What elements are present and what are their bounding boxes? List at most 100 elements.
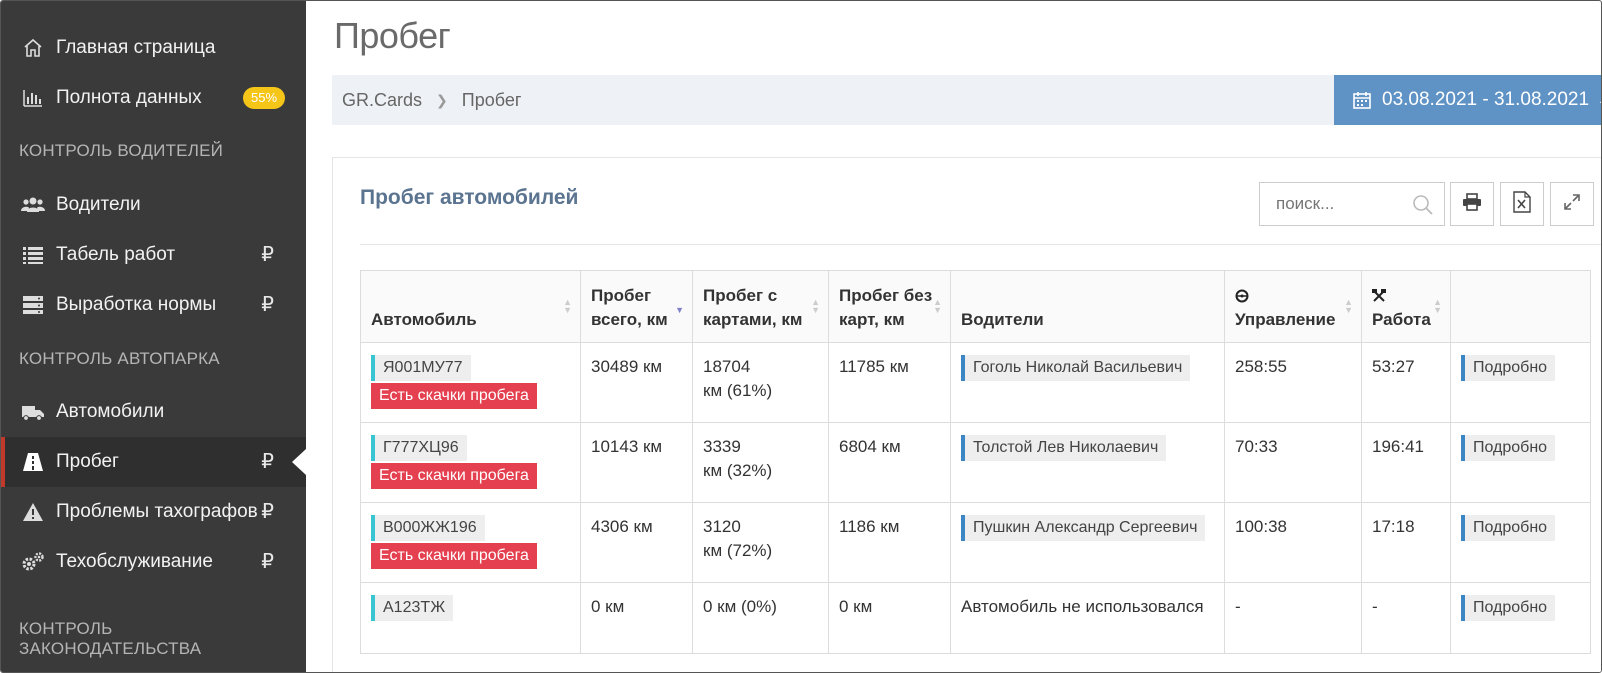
mileage-jump-alert: Есть скачки пробега xyxy=(371,383,537,409)
column-header-label: Пробег с картами, км xyxy=(703,286,803,329)
column-header-label: Работа xyxy=(1372,310,1431,329)
bar-chart-icon xyxy=(21,86,45,110)
expand-icon xyxy=(1563,193,1581,216)
sidebar-item-tachograph-problems[interactable]: Проблемы тахографов ₽ xyxy=(1,487,306,537)
column-header-vehicle[interactable]: Автомобиль ▲ ▼ xyxy=(360,270,581,343)
sidebar-item-label: Техобслуживание xyxy=(56,551,213,572)
drivers-cell: Толстой Лев Николаевич xyxy=(950,422,1225,503)
driver-tag[interactable]: Гоголь Николай Васильевич xyxy=(961,355,1191,381)
sidebar-item-vehicles[interactable]: Автомобили xyxy=(1,387,306,437)
work-time-cell: 53:27 xyxy=(1361,342,1451,423)
column-header-label: Управление xyxy=(1235,310,1336,329)
drivers-cell: Автомобиль не использовался xyxy=(950,582,1225,654)
fullscreen-button[interactable] xyxy=(1550,182,1594,226)
page-title: Пробег xyxy=(334,15,451,56)
sidebar: Главная страница Полнота данных 55% КОНТ… xyxy=(1,1,306,672)
search-input[interactable] xyxy=(1260,183,1400,225)
mileage-jump-alert: Есть скачки пробега xyxy=(371,543,537,569)
column-header-label: Автомобиль xyxy=(371,310,477,329)
sidebar-item-home[interactable]: Главная страница xyxy=(1,23,306,73)
column-header-mileage-without-cards[interactable]: Пробег без карт, км ▲ ▼ xyxy=(828,270,951,343)
column-header-work[interactable]: Работа ▲ ▼ xyxy=(1361,270,1451,343)
search-icon xyxy=(1412,194,1434,221)
table-header-row: Автомобиль ▲ ▼ Пробег всего, км ▲ ▼ Пробег… xyxy=(360,270,1591,343)
driving-time-cell: 70:33 xyxy=(1224,422,1362,503)
column-header-label: Водители xyxy=(961,310,1044,329)
mileage-panel: Пробег автомобилей поиск... Автомобиль ▲… xyxy=(332,157,1601,672)
mileage-without-cards-cell: 0 км xyxy=(828,582,951,654)
users-icon xyxy=(21,193,45,217)
mileage-jump-alert: Есть скачки пробега xyxy=(371,463,537,489)
column-header-driving[interactable]: Управление ▲ ▼ xyxy=(1224,270,1362,343)
driving-time-cell: - xyxy=(1224,582,1362,654)
table-row: В000ЖЖ196 Есть скачки пробега 4306 км 31… xyxy=(360,502,1591,583)
sort-desc-icon: ▲ ▼ xyxy=(675,297,684,315)
details-button[interactable]: Подробно xyxy=(1461,355,1556,381)
mileage-with-cards-cell: 0 км (0%) xyxy=(692,582,829,654)
mileage-with-cards-cell: 18704 км (61%) xyxy=(692,342,829,423)
breadcrumb-link-home[interactable]: GR.Cards xyxy=(342,88,422,112)
chevron-down-icon: ⌄ xyxy=(1597,92,1601,109)
mileage-without-cards-cell: 11785 км xyxy=(828,342,951,423)
mileage-with-cards-cell: 3120 км (72%) xyxy=(692,502,829,583)
sidebar-item-label: Пробег xyxy=(56,451,119,472)
sort-icon: ▲ ▼ xyxy=(563,297,572,315)
details-button[interactable]: Подробно xyxy=(1461,435,1556,461)
calendar-icon xyxy=(1352,90,1372,110)
section-drivers-control: КОНТРОЛЬ ВОДИТЕЛЕЙ xyxy=(19,141,224,160)
driving-time-cell: 100:38 xyxy=(1224,502,1362,583)
date-range-picker[interactable]: 03.08.2021 - 31.08.2021 ⌄ xyxy=(1334,75,1601,125)
column-header-label: Пробег без карт, км xyxy=(839,286,933,329)
warning-icon xyxy=(21,500,45,524)
data-completeness-badge: 55% xyxy=(243,87,286,109)
table-row: Я001МУ77 Есть скачки пробега 30489 км 18… xyxy=(360,342,1591,423)
driver-tag[interactable]: Пушкин Александр Сергеевич xyxy=(961,515,1206,541)
home-icon xyxy=(21,36,45,60)
sidebar-item-label: Проблемы тахографов xyxy=(56,501,258,522)
column-header-actions xyxy=(1450,270,1591,343)
column-header-total-mileage[interactable]: Пробег всего, км ▲ ▼ xyxy=(580,270,693,343)
export-excel-button[interactable] xyxy=(1500,182,1544,226)
mileage-with-cards-percent: км (61%) xyxy=(703,381,773,400)
vehicle-plate[interactable]: Г777ХЦ96 xyxy=(371,435,467,461)
actions-cell: Подробно xyxy=(1450,342,1591,423)
drivers-cell: Пушкин Александр Сергеевич xyxy=(950,502,1225,583)
sidebar-item-timesheet[interactable]: Табель работ ₽ xyxy=(1,230,306,280)
driving-time-cell: 258:55 xyxy=(1224,342,1362,423)
vehicle-plate[interactable]: Я001МУ77 xyxy=(371,355,471,381)
gears-icon xyxy=(21,550,45,574)
ruble-icon: ₽ xyxy=(261,501,274,523)
mileage-without-cards-cell: 1186 км xyxy=(828,502,951,583)
actions-cell: Подробно xyxy=(1450,422,1591,503)
actions-cell: Подробно xyxy=(1450,502,1591,583)
sidebar-item-label: Полнота данных xyxy=(56,87,202,108)
mileage-with-cards-value: 3339 xyxy=(703,437,741,456)
vehicle-plate[interactable]: В000ЖЖ196 xyxy=(371,515,485,541)
details-button[interactable]: Подробно xyxy=(1461,595,1556,621)
total-mileage-cell: 10143 км xyxy=(580,422,693,503)
work-time-cell: - xyxy=(1361,582,1451,654)
column-header-drivers: Водители xyxy=(950,270,1225,343)
sidebar-item-data-completeness[interactable]: Полнота данных 55% xyxy=(1,73,306,123)
panel-divider xyxy=(360,244,1601,245)
details-button[interactable]: Подробно xyxy=(1461,515,1556,541)
list-icon xyxy=(21,243,45,267)
vehicle-cell: А123ТЖ xyxy=(360,582,581,654)
sort-icon: ▲ ▼ xyxy=(1433,297,1442,315)
panel-title: Пробег автомобилей xyxy=(360,186,579,209)
sidebar-item-drivers[interactable]: Водители xyxy=(1,180,306,230)
sidebar-item-maintenance[interactable]: Техобслуживание ₽ xyxy=(1,537,306,587)
steering-wheel-icon xyxy=(1235,289,1351,308)
sidebar-item-norm-output[interactable]: Выработка нормы ₽ xyxy=(1,280,306,330)
vehicle-plate[interactable]: А123ТЖ xyxy=(371,595,454,621)
sort-icon: ▲ ▼ xyxy=(1344,297,1353,315)
driver-tag[interactable]: Толстой Лев Николаевич xyxy=(961,435,1167,461)
road-icon xyxy=(21,450,45,474)
ruble-icon: ₽ xyxy=(261,551,274,573)
print-button[interactable] xyxy=(1450,182,1494,226)
total-mileage-cell: 4306 км xyxy=(580,502,693,583)
total-mileage-cell: 0 км xyxy=(580,582,693,654)
column-header-mileage-with-cards[interactable]: Пробег с картами, км ▲ ▼ xyxy=(692,270,829,343)
sidebar-item-label: Табель работ xyxy=(56,244,176,265)
sidebar-item-mileage[interactable]: Пробег ₽ xyxy=(1,437,306,487)
